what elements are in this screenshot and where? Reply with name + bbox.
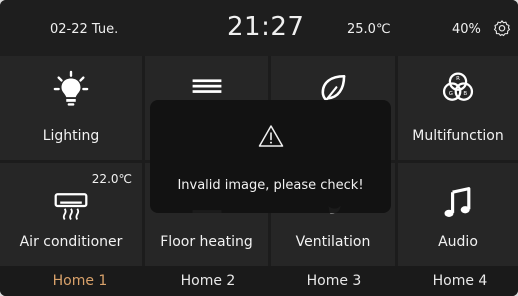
tile-label-lighting: Lighting xyxy=(42,128,100,144)
svg-text:G: G xyxy=(449,91,453,97)
tile-label-audio: Audio xyxy=(438,234,478,250)
tile-label-multifunction: Multifunction xyxy=(412,128,504,144)
svg-text:B: B xyxy=(463,91,467,97)
temperature-readout: 25.0℃ xyxy=(347,22,391,37)
dialog-message: Invalid image, please check! xyxy=(177,178,364,193)
gear-icon[interactable] xyxy=(493,19,511,37)
tile-audio[interactable]: Audio xyxy=(398,163,518,266)
warning-icon xyxy=(258,125,284,147)
clock-time: 21:27 xyxy=(227,12,305,42)
tab-home-4[interactable]: Home 4 xyxy=(410,266,510,296)
ac-setpoint: 22.0℃ xyxy=(91,172,132,186)
rgb-circles-icon: R G B xyxy=(442,72,474,101)
music-note-icon xyxy=(444,187,471,217)
tile-label-ventilation: Ventilation xyxy=(295,234,371,250)
lightbulb-icon xyxy=(53,70,89,106)
date-label: 02-22 Tue. xyxy=(50,22,119,37)
invalid-image-dialog: Invalid image, please check! xyxy=(150,100,391,213)
tile-multifunction[interactable]: R G B Multifunction xyxy=(398,56,518,160)
humidity-readout: 40% xyxy=(452,22,481,37)
tab-home-1[interactable]: Home 1 xyxy=(30,266,130,296)
tab-home-3[interactable]: Home 3 xyxy=(284,266,384,296)
svg-text:R: R xyxy=(456,76,460,82)
tab-home-2[interactable]: Home 2 xyxy=(158,266,258,296)
air-conditioner-icon xyxy=(54,193,88,220)
tile-label-floor-heating: Floor heating xyxy=(160,234,253,250)
tile-lighting[interactable]: Lighting xyxy=(0,56,142,160)
home-tabs: Home 1 Home 2 Home 3 Home 4 xyxy=(0,266,518,296)
tile-air-conditioner[interactable]: 22.0℃ Air conditioner xyxy=(0,163,142,266)
status-bar: 02-22 Tue. 21:27 25.0℃ 40% xyxy=(0,0,518,56)
tile-label-air-conditioner: Air conditioner xyxy=(19,234,123,250)
control-panel: 02-22 Tue. 21:27 25.0℃ 40% Lighting R G … xyxy=(0,0,518,296)
